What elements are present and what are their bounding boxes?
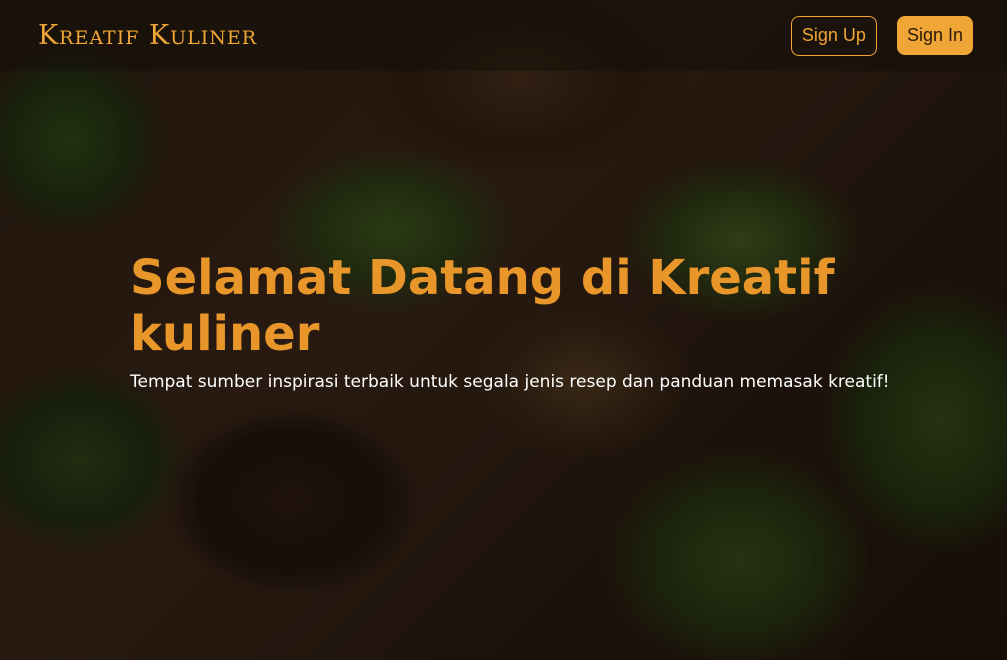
signin-button[interactable]: Sign In: [896, 16, 973, 55]
nav-buttons: Sign Up Sign In: [790, 15, 973, 56]
signup-button[interactable]: Sign Up: [790, 15, 877, 56]
hero-subtitle: Tempat sumber inspirasi terbaik untuk se…: [130, 372, 890, 392]
brand-logo[interactable]: Kreatif Kuliner: [38, 20, 257, 51]
hero-title: Selamat Datang di Kreatif kuliner: [130, 250, 835, 362]
navbar: Kreatif Kuliner Sign Up Sign In: [0, 0, 1007, 71]
hero-section: Selamat Datang di Kreatif kuliner Tempat…: [130, 250, 890, 392]
